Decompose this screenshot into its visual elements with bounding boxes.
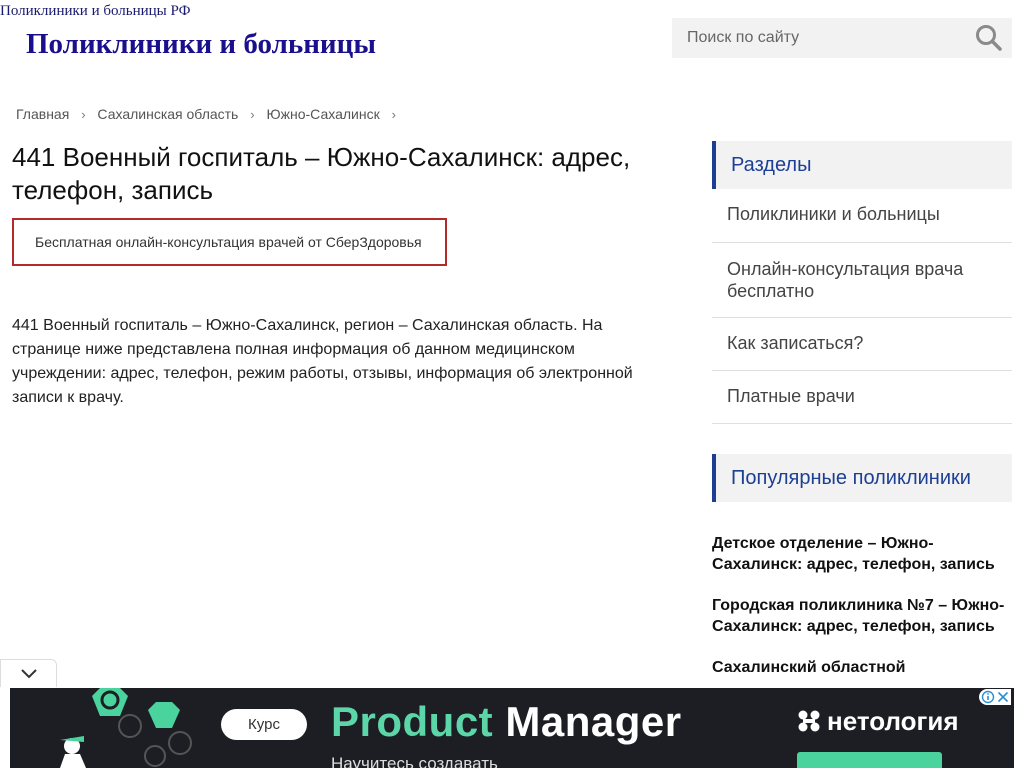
ad-course-pill[interactable]: Курс (221, 709, 307, 740)
ad-subtext: Научитесь создавать (331, 754, 498, 768)
ad-brand-name: нетология (827, 706, 959, 736)
popular-list: Детское отделение – Южно-Сахалинск: адре… (712, 533, 1012, 678)
ad-collapse-button[interactable] (0, 659, 57, 687)
ad-info-button[interactable] (979, 689, 995, 705)
info-icon (981, 690, 995, 704)
sections-widget: Разделы Поликлиники и больницы Онлайн-ко… (712, 141, 1012, 424)
search-input[interactable] (672, 18, 962, 58)
ad-close-button[interactable] (995, 689, 1011, 705)
menu-item-paid-doctors[interactable]: Платные врачи (712, 371, 1012, 424)
ad-headline: Product Manager (331, 698, 682, 746)
sections-header: Разделы (712, 141, 1012, 189)
popular-item[interactable]: Детское отделение – Южно-Сахалинск: адре… (712, 533, 1012, 575)
ad-cta-button[interactable] (797, 752, 942, 768)
ad-controls (979, 689, 1014, 705)
search-button[interactable] (974, 23, 1004, 53)
ad-illustration (60, 688, 192, 768)
breadcrumb-separator: › (391, 107, 396, 122)
menu-item-clinics[interactable]: Поликлиники и больницы (712, 189, 1012, 243)
popular-item[interactable]: Городская поликлиника №7 – Южно-Сахалинс… (712, 595, 1012, 637)
menu-item-online-consultation[interactable]: Онлайн-консультация врача бесплатно (712, 243, 1012, 318)
netology-logo-icon (798, 710, 820, 732)
search-form (672, 18, 1012, 58)
ad-banner[interactable]: Курс Product Manager Научитесь создавать… (10, 688, 1014, 768)
breadcrumb-separator: › (81, 107, 86, 122)
site-tagline: Поликлиники и больницы РФ (0, 3, 191, 19)
page-title: 441 Военный госпиталь – Южно-Сахалинск: … (12, 142, 631, 205)
ad-headline-word-2: Manager (505, 698, 682, 745)
search-icon (976, 25, 1002, 51)
ad-brand[interactable]: нетология (797, 706, 959, 737)
chevron-down-icon (21, 669, 37, 679)
ad-headline-word-1: Product (331, 698, 494, 745)
popular-item[interactable]: Сахалинский областной (712, 657, 1012, 678)
online-consultation-link[interactable]: Бесплатная онлайн-консультация врачей от… (12, 218, 447, 266)
popular-header: Популярные поликлиники (712, 454, 1012, 502)
close-icon (997, 691, 1009, 703)
menu-item-how-to-book[interactable]: Как записаться? (712, 318, 1012, 371)
breadcrumb-separator: › (250, 107, 255, 122)
site-title[interactable]: Поликлиники и больницы (26, 28, 376, 61)
popular-widget: Популярные поликлиники (712, 454, 1012, 502)
breadcrumb-home[interactable]: Главная (16, 106, 69, 122)
sections-menu: Поликлиники и больницы Онлайн-консультац… (712, 189, 1012, 424)
breadcrumb-city[interactable]: Южно-Сахалинск (266, 106, 379, 122)
breadcrumb: Главная › Сахалинская область › Южно-Сах… (16, 106, 404, 122)
breadcrumb-region[interactable]: Сахалинская область (97, 106, 238, 122)
intro-text: 441 Военный госпиталь – Южно-Сахалинск, … (12, 317, 633, 406)
